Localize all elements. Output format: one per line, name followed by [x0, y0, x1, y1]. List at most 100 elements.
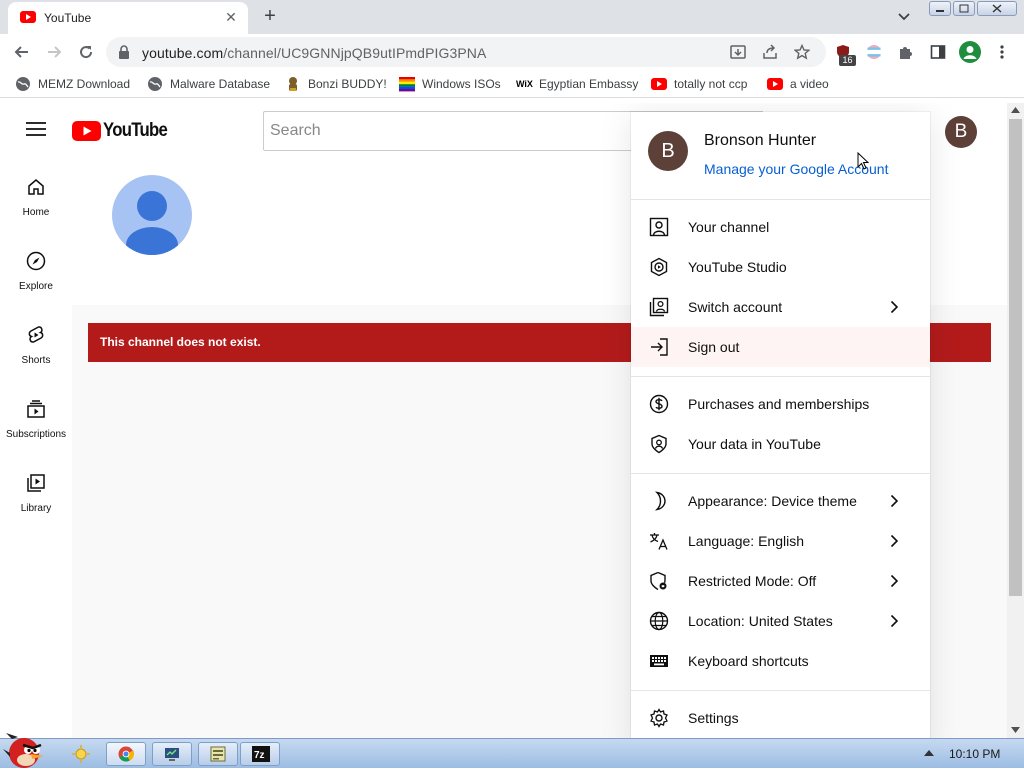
- scroll-up-arrow-icon[interactable]: [1011, 107, 1020, 113]
- menu-item-sign-out[interactable]: Sign out: [631, 327, 930, 367]
- guide-item-library[interactable]: Library: [0, 463, 72, 523]
- extension-badge: 16: [839, 55, 856, 66]
- page-viewport: YouTube Search B Home Explore Shorts Sub…: [0, 103, 1007, 738]
- menu-item-your-channel[interactable]: Your channel: [631, 207, 930, 247]
- guide-label: Home: [22, 207, 50, 218]
- menu-item-switch-account[interactable]: Switch account: [631, 287, 930, 327]
- show-hidden-icons-chevron-icon[interactable]: [924, 750, 934, 756]
- page-scrollbar[interactable]: [1007, 103, 1024, 738]
- bookmark-label: Malware Database: [170, 77, 271, 91]
- new-tab-button[interactable]: +: [260, 6, 280, 26]
- url-host: youtube.com: [142, 45, 224, 61]
- flag-extension-icon[interactable]: [866, 44, 882, 60]
- chrome-menu-icon[interactable]: [994, 44, 1010, 60]
- menu-item-label: YouTube Studio: [688, 259, 787, 275]
- account-avatar: B: [648, 131, 688, 171]
- bookmark-a-video[interactable]: a video: [767, 76, 837, 92]
- bookmark-totally-not-ccp[interactable]: totally not ccp: [651, 76, 756, 92]
- shield-person-icon: [649, 434, 669, 454]
- compass-icon: [26, 251, 46, 271]
- search-placeholder: Search: [270, 122, 321, 139]
- youtube-favicon-icon: [20, 11, 36, 23]
- bookmark-label: MEMZ Download: [38, 77, 131, 91]
- show-desktop-sun-icon[interactable]: [72, 745, 90, 763]
- menu-item-label: Location: United States: [688, 613, 833, 629]
- menu-item-label: Settings: [688, 710, 739, 726]
- share-icon[interactable]: [762, 44, 778, 60]
- profile-avatar-icon[interactable]: [959, 41, 981, 63]
- switch-account-icon: [649, 297, 669, 317]
- menu-item-youtube-studio[interactable]: YouTube Studio: [631, 247, 930, 287]
- bookmark-label: Egyptian Embassy: [539, 77, 639, 91]
- gear-icon: [649, 708, 669, 728]
- address-bar[interactable]: youtube.com/channel/UC9GNNjpQB9utIPmdPIG…: [106, 37, 826, 67]
- youtube-logo[interactable]: YouTube: [72, 120, 172, 142]
- person-icon: [649, 217, 669, 237]
- browser-toolbar: youtube.com/channel/UC9GNNjpQB9utIPmdPIG…: [0, 34, 1024, 70]
- menu-item-label: Language: English: [688, 533, 804, 549]
- guide-item-subscriptions[interactable]: Subscriptions: [0, 389, 72, 449]
- bookmark-egyptian-embassy[interactable]: WiX Egyptian Embassy: [516, 76, 638, 92]
- bookmark-label: a video: [790, 77, 829, 91]
- bookmark-star-icon[interactable]: [794, 44, 810, 60]
- side-panel-icon[interactable]: [930, 44, 946, 60]
- menu-item-label: Switch account: [688, 299, 783, 315]
- menu-divider: [631, 690, 930, 691]
- globe-icon: [15, 76, 31, 92]
- reload-icon[interactable]: [76, 42, 96, 62]
- sign-out-icon: [649, 337, 669, 357]
- lock-icon[interactable]: [118, 45, 130, 59]
- error-message: This channel does not exist.: [100, 335, 261, 349]
- taskbar-task-manager-button[interactable]: [152, 742, 192, 766]
- menu-item-appearance[interactable]: Appearance: Device theme: [631, 481, 930, 521]
- window-minimize-button[interactable]: [929, 1, 951, 16]
- back-arrow-icon[interactable]: [12, 42, 32, 62]
- browser-tab-youtube[interactable]: YouTube ✕: [8, 2, 248, 34]
- bookmark-memz-download[interactable]: MEMZ Download: [15, 76, 135, 92]
- menu-item-location[interactable]: Location: United States: [631, 601, 930, 641]
- guide-item-explore[interactable]: Explore: [0, 241, 72, 301]
- scroll-down-arrow-icon[interactable]: [1011, 727, 1020, 733]
- install-app-icon[interactable]: [730, 44, 746, 60]
- bookmark-bonzi-buddy[interactable]: Bonzi BUDDY!: [285, 76, 387, 92]
- window-close-button[interactable]: [977, 1, 1017, 16]
- menu-item-restricted-mode[interactable]: Restricted Mode: Off: [631, 561, 930, 601]
- guide-label: Shorts: [21, 355, 51, 366]
- chevron-right-icon: [886, 573, 902, 589]
- window-restore-button[interactable]: [953, 1, 975, 16]
- taskbar-app-button[interactable]: [198, 742, 238, 766]
- menu-item-language[interactable]: Language: English: [631, 521, 930, 561]
- bookmark-label: totally not ccp: [674, 77, 748, 91]
- guide-sidebar: Home Explore Shorts Subscriptions Librar…: [0, 159, 72, 738]
- forward-arrow-icon[interactable]: [44, 42, 64, 62]
- menu-item-settings[interactable]: Settings: [631, 698, 930, 738]
- scrollbar-thumb[interactable]: [1009, 119, 1022, 596]
- guide-item-shorts[interactable]: Shorts: [0, 315, 72, 375]
- bookmark-windows-isos[interactable]: Windows ISOs: [399, 76, 504, 92]
- tab-close-icon[interactable]: ✕: [224, 10, 238, 24]
- menu-item-keyboard-shortcuts[interactable]: Keyboard shortcuts: [631, 641, 930, 681]
- menu-item-label: Your channel: [688, 219, 770, 235]
- chevron-right-icon: [886, 299, 902, 315]
- bookmark-malware-database[interactable]: Malware Database: [147, 76, 272, 92]
- extensions-puzzle-icon[interactable]: [898, 44, 914, 60]
- menu-item-your-data[interactable]: Your data in YouTube: [631, 424, 930, 464]
- account-avatar-button[interactable]: B: [945, 116, 977, 148]
- menu-item-purchases[interactable]: Purchases and memberships: [631, 384, 930, 424]
- menu-item-label: Keyboard shortcuts: [688, 653, 809, 669]
- angry-bird-start-icon[interactable]: [2, 731, 50, 769]
- windows-flag-icon: [399, 76, 415, 92]
- taskbar-clock[interactable]: 10:10 PM: [949, 747, 1000, 761]
- guide-item-home[interactable]: Home: [0, 167, 72, 227]
- chrome-icon: [118, 746, 134, 762]
- menu-divider: [631, 199, 930, 200]
- 7zip-icon: 7z: [252, 746, 270, 762]
- taskbar-7zip-button[interactable]: 7z: [240, 742, 280, 766]
- hamburger-menu-icon[interactable]: [26, 121, 46, 137]
- taskbar-chrome-button[interactable]: [106, 742, 146, 766]
- menu-item-label: Sign out: [688, 339, 740, 355]
- moon-icon: [649, 491, 669, 511]
- tab-title: YouTube: [44, 11, 92, 25]
- chevron-right-icon: [886, 493, 902, 509]
- tab-search-chevron-icon[interactable]: [896, 8, 912, 24]
